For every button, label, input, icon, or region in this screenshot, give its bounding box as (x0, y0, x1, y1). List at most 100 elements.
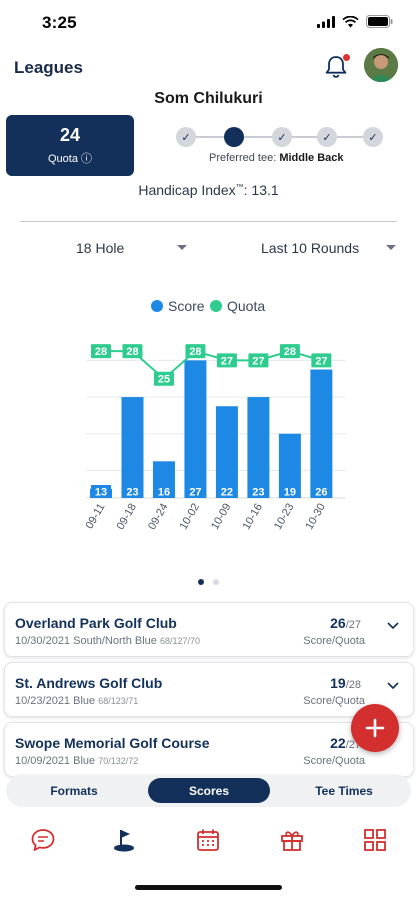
quota-data-label: 25 (158, 374, 170, 386)
score-quota-label: Score/Quota (303, 635, 365, 647)
score-data-label: 22 (221, 487, 233, 499)
signal-icon (317, 15, 335, 28)
segmented-control: Formats Scores Tee Times (6, 774, 411, 807)
round-slope: 68/123/71 (98, 696, 139, 706)
round-meta: 10/09/2021 Blue 70/132/72 (15, 755, 138, 767)
round-meta: 10/30/2021 South/North Blue 68/127/70 (15, 635, 200, 647)
score-quota-label: Score/Quota (303, 695, 365, 707)
quota-label: Quota ⓘ (47, 153, 93, 165)
player-name: Som Chilukuri (154, 90, 263, 107)
score-data-label: 19 (284, 487, 296, 499)
legend-quota-swatch (210, 300, 222, 312)
round-tee: Blue (73, 755, 96, 767)
check-icon: ✓ (322, 130, 332, 144)
score-data-label: 27 (189, 487, 201, 499)
x-tick-label: 10-09 (209, 502, 233, 532)
handicap-label: Handicap Index (138, 182, 236, 198)
battery-icon (366, 15, 393, 28)
quota-data-label: 28 (95, 346, 107, 358)
legend-score-swatch (151, 300, 163, 312)
tee-option-3[interactable]: ✓ (272, 127, 292, 147)
round-meta: 10/23/2021 Blue 68/123/71 (15, 695, 138, 707)
tee-option-1[interactable]: ✓ (176, 127, 196, 147)
x-tick-label: 09-11 (84, 502, 108, 532)
quota-value: /28 (345, 679, 361, 691)
score-data-label: 23 (126, 487, 138, 499)
golf-flag-icon[interactable] (110, 826, 138, 854)
round-tee: South/North Blue (73, 635, 157, 647)
score-quota-label: Score/Quota (303, 755, 365, 767)
legend-quota-label: Quota (227, 298, 266, 314)
score-quota-chart: 13 23 16 27 22 23 19 26 28 28 25 28 27 27 28 27 09-11 09-… (84, 344, 346, 532)
round-card-2[interactable]: St. Andrews Golf Club 10/23/2021 Blue 68… (4, 662, 414, 717)
quota-data-label: 28 (126, 346, 138, 358)
handicap-value: : 13.1 (243, 182, 279, 198)
preferred-tee-value: Middle Back (279, 152, 344, 164)
tee-option-5[interactable]: ✓ (363, 127, 383, 147)
round-slope: 68/127/70 (159, 636, 201, 646)
calendar-icon[interactable] (194, 826, 222, 854)
x-tick-label: 10-23 (272, 502, 296, 532)
score-data-label: 13 (95, 487, 107, 499)
score-bar (247, 397, 270, 498)
avatar-photo (364, 48, 398, 82)
chevron-down-icon[interactable] (177, 245, 187, 250)
quota-data-label: 28 (189, 346, 201, 358)
x-tick-label: 09-18 (115, 502, 139, 532)
handicap-index: Handicap Index™: 13.1 (0, 182, 417, 198)
chat-icon[interactable] (29, 826, 57, 854)
course-name: St. Andrews Golf Club (15, 675, 163, 691)
score-value: 22 (330, 735, 346, 751)
score-data-label: 23 (252, 487, 264, 499)
x-tick-label: 10-16 (241, 502, 265, 532)
pager-dot-active[interactable] (198, 579, 204, 585)
preferred-tee-text: Preferred tee: Middle Back (209, 152, 344, 164)
segment-tee-times[interactable]: Tee Times (282, 778, 406, 803)
score-bar (184, 360, 207, 498)
score-value: 26 (330, 615, 346, 631)
legend-quota: Quota (210, 298, 265, 314)
chevron-down-icon[interactable] (387, 619, 399, 631)
round-tee: Blue (73, 695, 96, 707)
chevron-down-icon[interactable] (387, 679, 399, 691)
chevron-down-icon[interactable] (386, 245, 396, 250)
tee-option-2[interactable] (224, 127, 244, 147)
quota-data-label: 27 (252, 355, 264, 367)
pager-dot[interactable] (213, 579, 219, 585)
x-tick-label: 10-30 (304, 502, 328, 532)
page-title: Leagues (14, 58, 83, 77)
quota-data-label: 28 (284, 346, 296, 358)
score-bar (310, 369, 333, 498)
course-name: Swope Memorial Golf Course (15, 735, 210, 751)
home-indicator (135, 885, 282, 890)
score-value: 19 (330, 675, 346, 691)
quota-card[interactable]: 24 Quota ⓘ (6, 115, 134, 176)
status-bar: 3:25 (0, 0, 417, 44)
x-tick-label: 10-02 (178, 502, 202, 532)
preferred-tee-label: Preferred tee: (209, 152, 277, 164)
score-bar (215, 406, 238, 498)
round-date: 10/09/2021 (15, 755, 71, 767)
legend-score: Score (151, 298, 205, 314)
avatar[interactable] (364, 48, 398, 82)
score-data-label: 26 (315, 487, 327, 499)
grid-icon[interactable] (361, 826, 389, 854)
rounds-dropdown[interactable]: Last 10 Rounds (261, 240, 359, 256)
tee-option-4[interactable]: ✓ (317, 127, 337, 147)
divider (20, 221, 397, 222)
check-icon: ✓ (368, 130, 378, 144)
holes-dropdown[interactable]: 18 Hole (76, 240, 124, 256)
quota-data-label: 27 (315, 355, 327, 367)
wifi-icon (342, 15, 359, 27)
segment-scores[interactable]: Scores (148, 778, 270, 803)
add-round-button[interactable] (351, 704, 399, 752)
round-score: 19/28 (330, 675, 361, 691)
quota-value: 24 (59, 125, 81, 145)
round-card-1[interactable]: Overland Park Golf Club 10/30/2021 South… (4, 602, 414, 657)
check-icon: ✓ (277, 130, 287, 144)
check-icon: ✓ (181, 130, 191, 144)
gift-icon[interactable] (278, 826, 306, 854)
course-name: Overland Park Golf Club (15, 615, 177, 631)
round-date: 10/23/2021 (15, 695, 71, 707)
segment-formats[interactable]: Formats (12, 778, 136, 803)
